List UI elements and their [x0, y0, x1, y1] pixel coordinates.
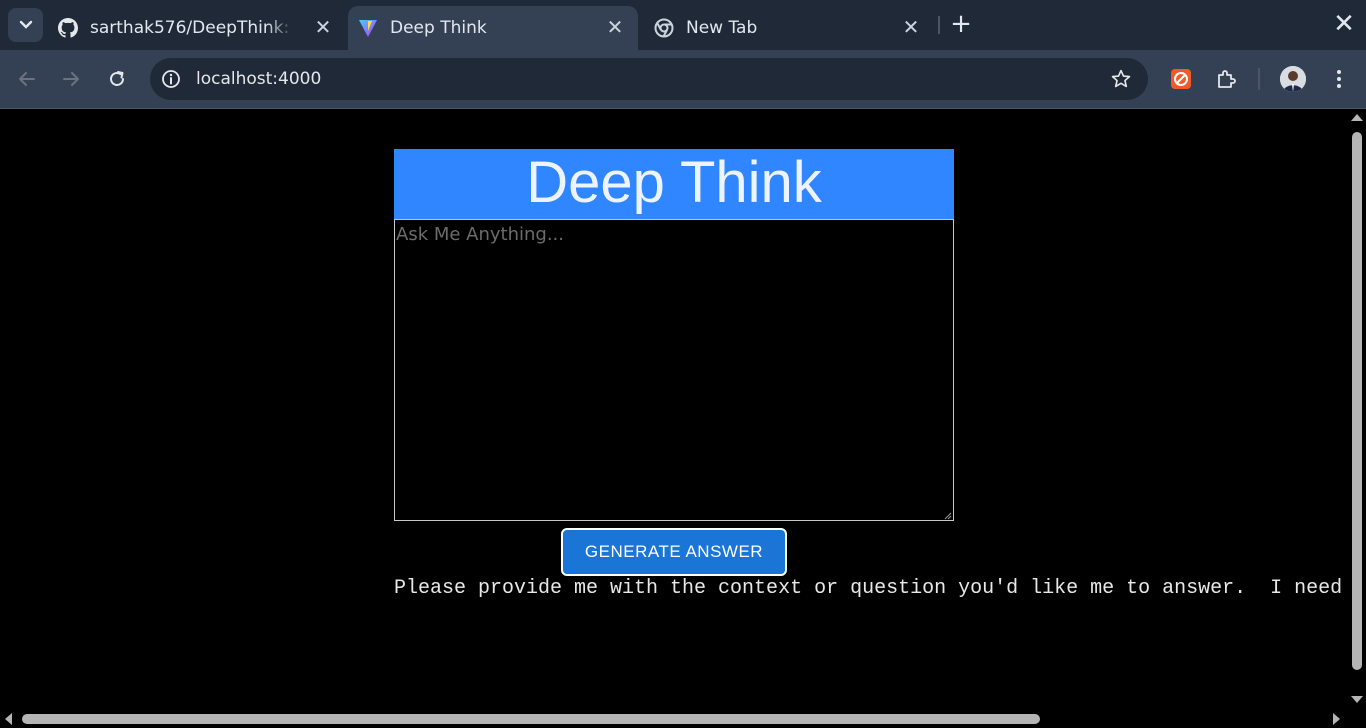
new-tab-button[interactable]: +	[946, 10, 976, 40]
browser-toolbar: localhost:4000	[0, 50, 1366, 109]
page-viewport: Deep Think GENERATE ANSWER Please provid…	[0, 110, 1348, 710]
answer-text: Please provide me with the context or qu…	[394, 577, 1343, 600]
browser-menu-icon[interactable]	[1326, 66, 1352, 92]
resize-handle-icon[interactable]	[942, 510, 952, 520]
close-tab-icon[interactable]: ✕	[902, 17, 920, 37]
scroll-left-arrow-icon[interactable]	[5, 713, 12, 725]
profile-avatar[interactable]	[1280, 66, 1306, 92]
site-info-icon[interactable]	[160, 68, 182, 90]
app-title: Deep Think	[394, 149, 954, 219]
tab-search-button[interactable]	[8, 8, 43, 42]
vite-icon	[358, 18, 378, 38]
arrow-right-icon	[63, 72, 79, 86]
tab-title: Deep Think	[390, 18, 487, 38]
window-close-button[interactable]: ✕	[1330, 10, 1358, 40]
bookmark-star-icon[interactable]	[1110, 68, 1132, 90]
close-tab-icon[interactable]: ✕	[606, 17, 624, 37]
chrome-icon	[654, 18, 674, 38]
github-icon	[58, 18, 78, 38]
vertical-scrollbar[interactable]	[1348, 110, 1366, 710]
tab-title: New Tab	[686, 18, 758, 38]
question-input[interactable]	[394, 219, 954, 521]
reload-icon	[110, 71, 124, 86]
address-text[interactable]: localhost:4000	[196, 69, 321, 89]
arrow-left-icon	[19, 72, 35, 86]
scroll-up-arrow-icon[interactable]	[1351, 114, 1363, 121]
scrollbar-corner	[1348, 710, 1366, 728]
tab-separator	[938, 16, 940, 34]
scroll-down-arrow-icon[interactable]	[1351, 696, 1363, 703]
tab-github[interactable]: sarthak576/DeepThink: c ✕	[48, 6, 346, 50]
tab-deep-think[interactable]: Deep Think ✕	[348, 6, 638, 50]
vertical-scroll-thumb[interactable]	[1352, 132, 1362, 670]
horizontal-scrollbar[interactable]	[0, 710, 1348, 728]
address-bar[interactable]: localhost:4000	[150, 58, 1148, 100]
scroll-right-arrow-icon[interactable]	[1333, 713, 1340, 725]
tab-strip: sarthak576/DeepThink: c ✕ Deep Think ✕ N…	[0, 0, 1366, 50]
generate-answer-button[interactable]: GENERATE ANSWER	[561, 528, 787, 576]
toolbar-separator	[1258, 68, 1260, 90]
extensions-puzzle-icon[interactable]	[1214, 66, 1240, 92]
extension-blocker-icon[interactable]	[1168, 66, 1194, 92]
reload-button[interactable]	[102, 64, 132, 94]
tab-title: sarthak576/DeepThink: c	[90, 18, 296, 38]
close-tab-icon[interactable]: ✕	[314, 17, 332, 37]
tab-new-tab[interactable]: New Tab ✕	[644, 6, 934, 50]
horizontal-scroll-thumb[interactable]	[22, 714, 1040, 724]
back-button[interactable]	[12, 64, 42, 94]
chevron-down-icon	[19, 20, 32, 29]
forward-button[interactable]	[56, 64, 86, 94]
